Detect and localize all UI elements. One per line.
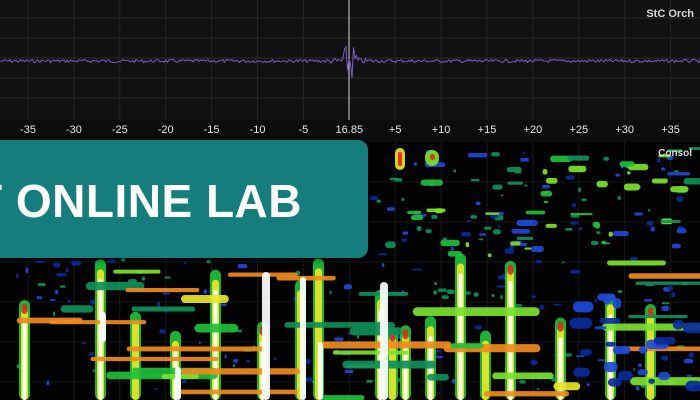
ruler-tick-label: -5	[298, 124, 309, 136]
ruler-tick-label: +35	[661, 124, 680, 136]
ruler-tick-label: -10	[249, 124, 266, 136]
ruler-tick-label: 16.85	[335, 124, 364, 136]
ruler-tick-label: -20	[157, 124, 174, 136]
waveform-panel: StC Orch	[0, 0, 700, 120]
ruler-tick-label: +10	[431, 124, 451, 136]
ruler-tick-label: +20	[523, 124, 543, 136]
ruler-tick-label: -35	[20, 124, 36, 136]
banner-title: T ONLINE LAB	[0, 175, 302, 227]
ruler-tick-label: -15	[203, 124, 220, 136]
ruler-tick-label: +30	[615, 124, 635, 136]
waveform-trace	[0, 0, 700, 120]
waveform-track-title: StC Orch	[646, 8, 694, 20]
spectrogram-track-title: Consol	[658, 148, 692, 159]
ruler-tick-label: -25	[111, 124, 128, 136]
time-ruler[interactable]: -35 -30 -25 -20 -15 -10 -5 16.85 +5 +10 +15 +20 +25 +…	[0, 120, 700, 142]
ruler-tick-label: +25	[569, 124, 589, 136]
ruler-tick-label: +15	[477, 124, 497, 136]
ruler-tick-label: +5	[388, 124, 402, 136]
title-banner: T ONLINE LAB	[0, 140, 368, 258]
ruler-tick-label: -30	[65, 124, 82, 136]
